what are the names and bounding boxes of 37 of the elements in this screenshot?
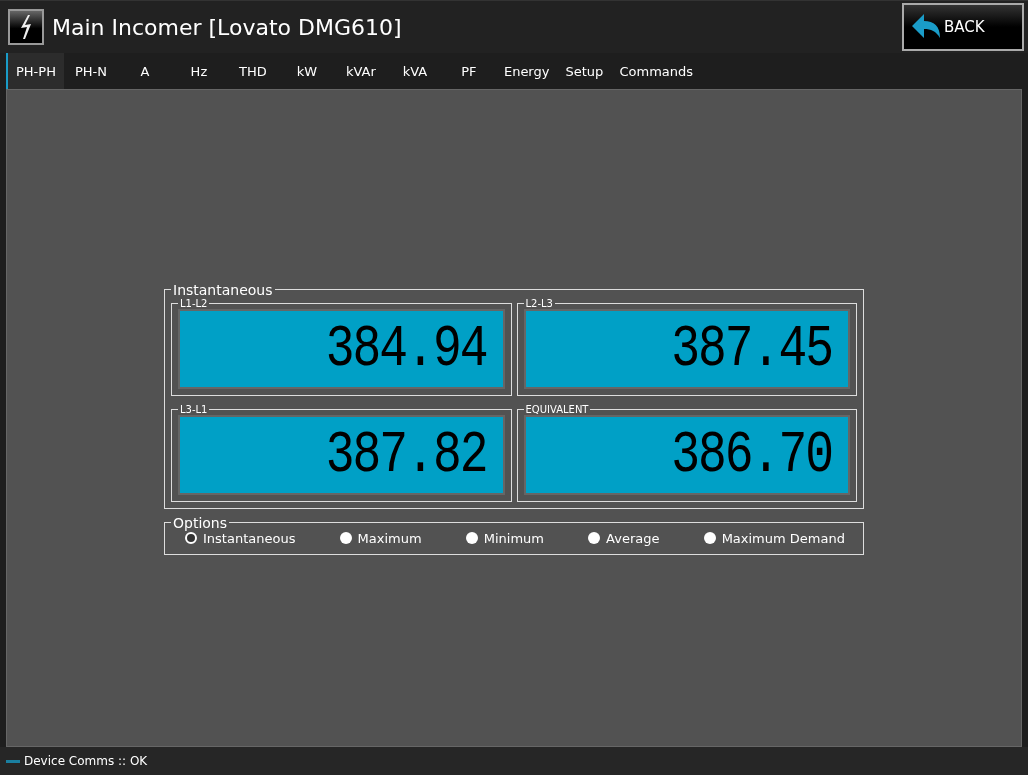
radio-option[interactable]: Minimum	[465, 530, 544, 546]
lightning-icon	[8, 9, 44, 45]
tab[interactable]: Commands	[611, 53, 702, 89]
tab[interactable]: Setup	[557, 53, 612, 89]
reading-label: L2-L3	[524, 297, 554, 309]
tab[interactable]: PH-PH	[8, 53, 64, 89]
radio-icon[interactable]	[465, 532, 478, 544]
group-title: Instantaneous	[172, 281, 274, 298]
tab[interactable]: Energy	[495, 53, 558, 89]
status-indicator	[6, 759, 20, 763]
tab[interactable]: PH-N	[63, 53, 118, 89]
window-title: Main Incomer [Lovato DMG610]	[52, 14, 403, 40]
tab[interactable]: kVAr	[333, 53, 388, 89]
tab[interactable]: Hz	[171, 53, 226, 89]
tab[interactable]: A	[117, 53, 172, 89]
radio-option[interactable]: Maximum	[339, 530, 422, 546]
tab[interactable]: kW	[279, 53, 334, 89]
radio-icon[interactable]	[703, 532, 716, 544]
reading-value: 384.94	[325, 314, 487, 383]
reading-value: 387.82	[325, 420, 487, 489]
radio-option[interactable]: Instantaneous	[185, 530, 296, 546]
back-button[interactable]: BACK	[902, 3, 1024, 51]
reading-label: L3-L1	[179, 403, 209, 415]
radio-option[interactable]: Maximum Demand	[703, 530, 845, 546]
reading-label: L1-L2	[179, 297, 209, 309]
reading-label: EQUIVALENT	[524, 403, 590, 415]
radio-icon[interactable]	[588, 532, 601, 544]
group-title: Options	[172, 514, 229, 531]
radio-icon[interactable]	[339, 532, 352, 544]
reading-value: 386.70	[671, 420, 832, 489]
tab[interactable]: kVA	[387, 53, 442, 89]
tab[interactable]: THD	[225, 53, 280, 89]
status-text: Device Comms :: OK	[24, 754, 148, 768]
reading-value: 387.45	[671, 314, 832, 383]
radio-option[interactable]: Average	[588, 530, 660, 546]
tab[interactable]: PF	[441, 53, 496, 89]
radio-icon[interactable]	[185, 532, 197, 544]
